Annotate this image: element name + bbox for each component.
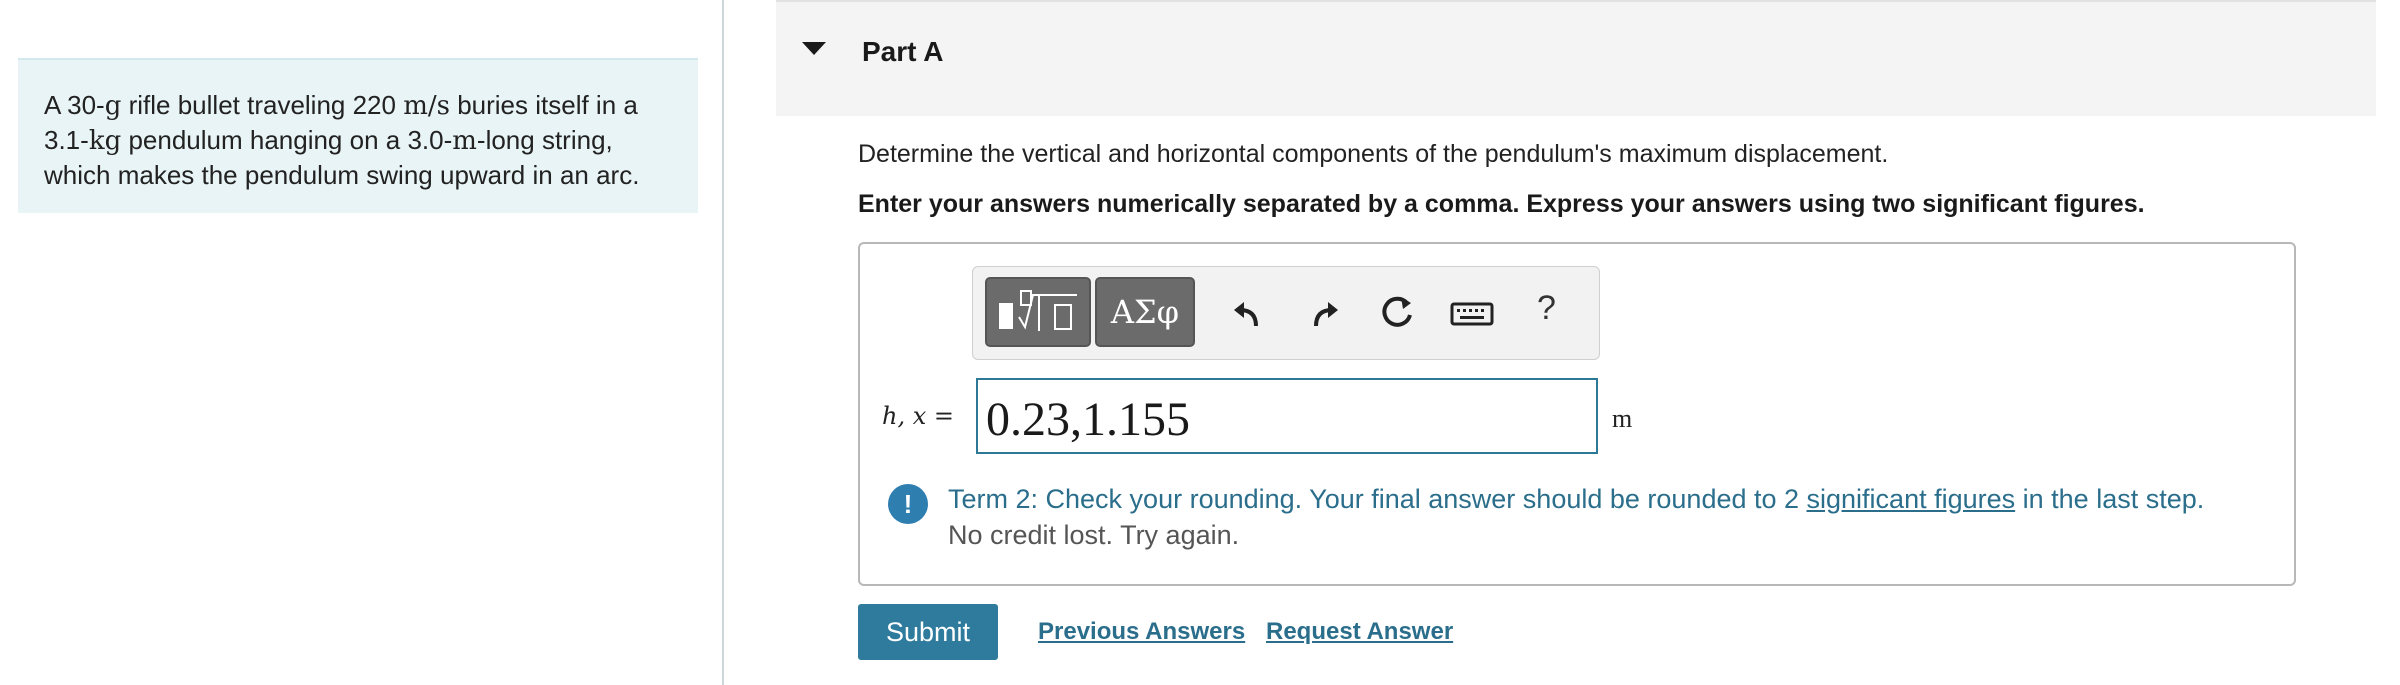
significant-figures-link[interactable]: significant figures [1807,484,2016,514]
symbols-button[interactable]: ΑΣφ [1095,277,1195,347]
part-title: Part A [862,36,944,67]
request-answer-link[interactable]: Request Answer [1266,618,1453,646]
redo-icon[interactable] [1303,291,1347,335]
answer-variable-label: h, x = [882,402,954,430]
keyboard-icon[interactable] [1447,291,1497,335]
collapse-caret-icon[interactable] [802,42,826,55]
problem-statement: A 30-g rifle bullet traveling 220 m/s bu… [44,90,640,190]
panel-divider [722,0,724,685]
submit-button[interactable]: Submit [858,604,998,660]
templates-button[interactable] [985,277,1091,347]
templates-icon [999,290,1077,331]
warning-icon: ! [888,484,928,524]
instructions-text: Enter your answers numerically separated… [858,190,2145,218]
undo-icon[interactable] [1225,291,1269,335]
previous-answers-link[interactable]: Previous Answers [1038,618,1245,646]
problem-panel: A 30-g rifle bullet traveling 220 m/s bu… [18,58,698,213]
feedback-message: Term 2: Check your rounding. Your final … [948,484,2205,514]
math-toolbar: ΑΣφ ? [972,266,1600,360]
help-button[interactable]: ? [1537,289,1556,328]
answer-box: ΑΣφ ? h, x = m ! Term 2: Check your roun… [858,242,2296,586]
answer-unit: m [1612,404,1633,433]
part-header[interactable]: Part A [776,0,2376,116]
feedback-subtext: No credit lost. Try again. [948,520,1240,550]
reset-icon[interactable] [1375,291,1419,335]
answer-input[interactable] [976,378,1598,454]
question-text: Determine the vertical and horizontal co… [858,140,1889,168]
